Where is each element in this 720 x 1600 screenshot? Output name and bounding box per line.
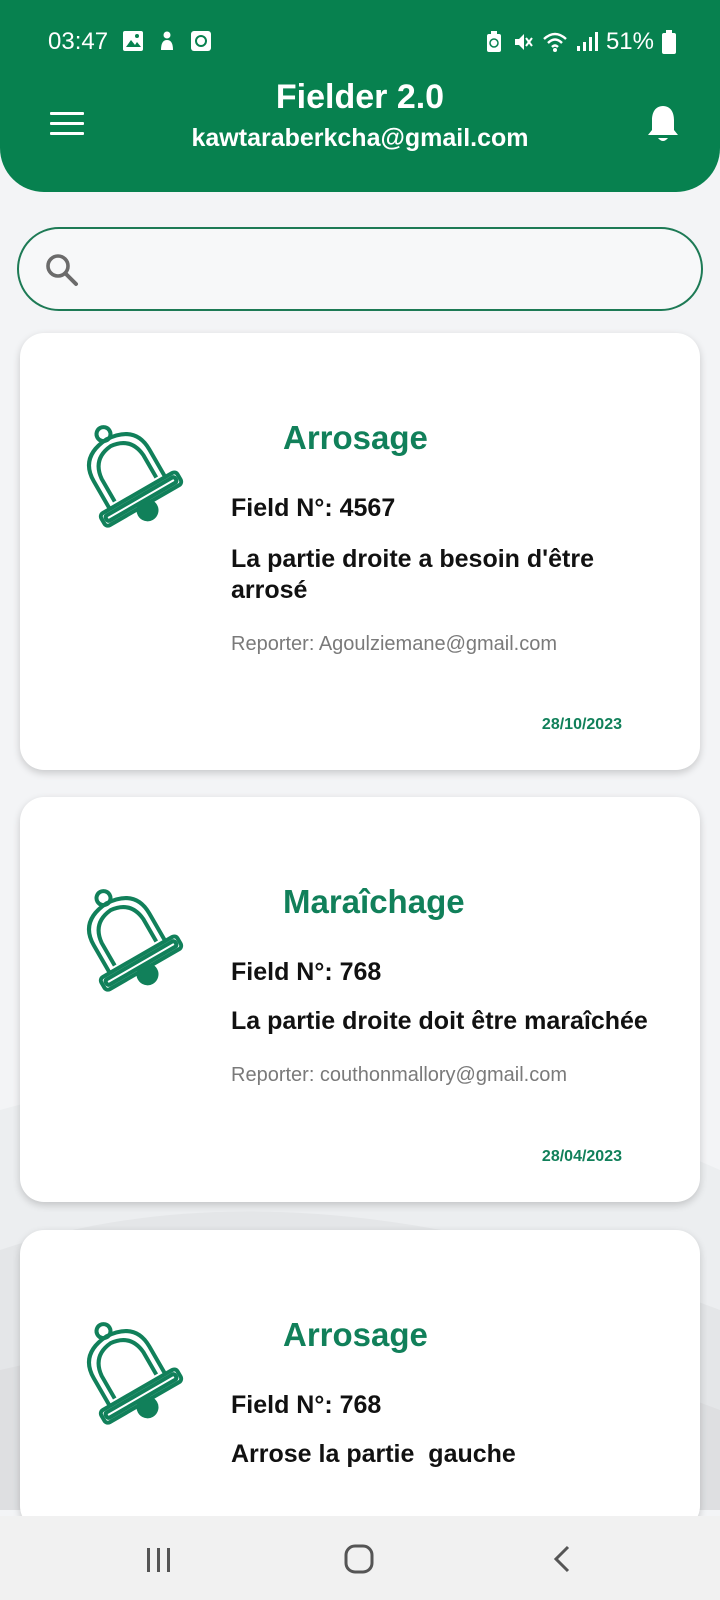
bell-outline-icon	[87, 1322, 184, 1425]
battery-percent: 51%	[605, 28, 654, 55]
alert-card[interactable]: Arrosage Field N°: 4567 La partie droite…	[20, 333, 700, 770]
alert-date: 28/10/2023	[541, 716, 622, 733]
mute-icon	[514, 34, 533, 50]
app-notification-icon	[161, 31, 173, 50]
field-number: Field N°: 768	[231, 958, 382, 986]
gallery-icon	[123, 31, 143, 51]
clock-app-icon	[191, 31, 211, 51]
alert-description: La partie droite a besoin d'être arrosé	[231, 545, 594, 604]
search-input[interactable]	[99, 245, 679, 295]
back-icon[interactable]	[550, 1544, 574, 1574]
battery-icon	[662, 30, 676, 54]
home-icon[interactable]	[344, 1544, 374, 1574]
wifi-icon	[543, 32, 567, 52]
reporter: Reporter: couthonmallory@gmail.com	[231, 1064, 567, 1086]
app-title: Fielder 2.0	[275, 78, 445, 116]
alert-description: Arrose la partie gauche	[231, 1440, 516, 1468]
alert-type: Maraîchage	[283, 883, 465, 920]
search-bar[interactable]	[17, 227, 703, 311]
bell-outline-icon	[87, 889, 184, 992]
notification-icons	[122, 30, 212, 52]
bell-outline-icon	[87, 425, 184, 528]
alert-type: Arrosage	[283, 419, 428, 456]
status-time: 03:47	[48, 28, 109, 55]
battery-saver-icon	[486, 31, 501, 52]
alert-card[interactable]: Maraîchage Field N°: 768 La partie droit…	[20, 797, 700, 1202]
app-header: 03:47 51% Fielder 2.0 kawtaraberkcha@gma…	[0, 0, 720, 192]
alert-description: La partie droite doit être maraîchée	[231, 1007, 648, 1035]
signal-icon	[576, 32, 598, 51]
user-email: kawtaraberkcha@gmail.com	[191, 124, 529, 152]
alert-date: 28/04/2023	[541, 1148, 622, 1165]
recent-apps-icon[interactable]	[145, 1546, 173, 1574]
reporter: Reporter: Agoulziemane@gmail.com	[231, 633, 558, 655]
system-status-icons: 51%	[484, 28, 676, 56]
bell-icon[interactable]	[646, 104, 680, 144]
system-nav-bar	[0, 1516, 720, 1600]
search-icon	[46, 254, 78, 286]
field-number: Field N°: 4567	[231, 494, 396, 522]
alert-card[interactable]: Arrosage Field N°: 768 Arrose la partie …	[20, 1230, 700, 1530]
status-bar: 03:47 51%	[0, 22, 720, 62]
field-number: Field N°: 768	[231, 1391, 382, 1419]
alert-type: Arrosage	[283, 1316, 428, 1353]
